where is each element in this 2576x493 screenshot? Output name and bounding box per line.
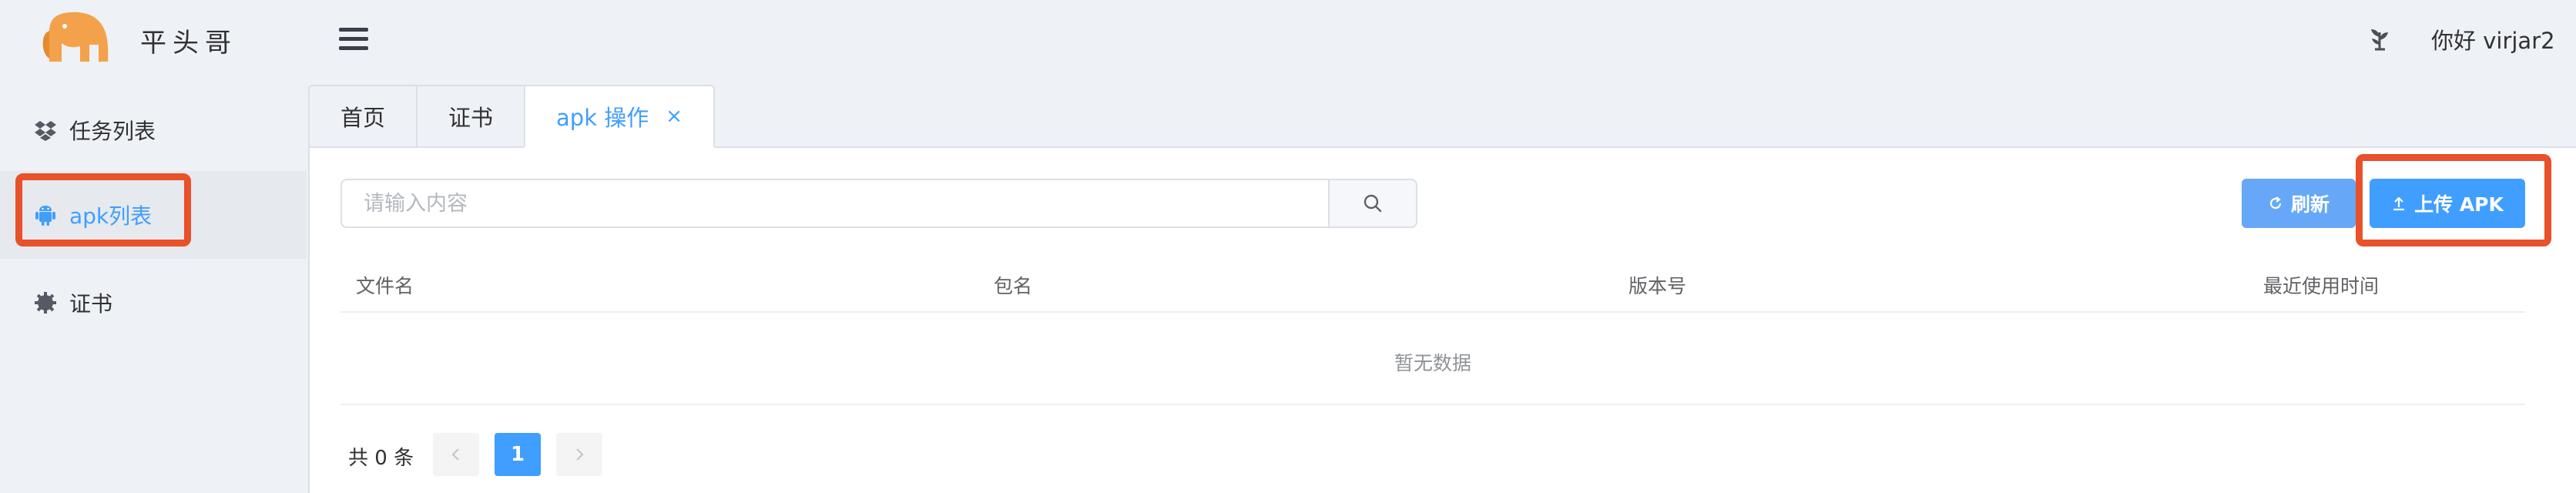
tab-certificates[interactable]: 证书 [416, 85, 525, 148]
search-box [340, 179, 1417, 228]
chevron-left-icon [451, 448, 459, 461]
highlight-box-upload [2356, 154, 2551, 246]
table-divider [340, 404, 2525, 405]
prev-page-button[interactable] [433, 433, 479, 476]
chevron-right-icon [576, 448, 584, 461]
refresh-button[interactable]: 刷新 [2242, 179, 2356, 228]
sidebar-item-certificates[interactable]: 证书 [0, 259, 307, 347]
tab-label: 证书 [448, 105, 494, 131]
sidebar-item-label: 任务列表 [69, 119, 156, 144]
page-number-current[interactable]: 1 [495, 433, 541, 476]
dropbox-icon [35, 121, 56, 141]
sidebar-item-tasks[interactable]: 任务列表 [0, 86, 307, 174]
table-divider [340, 311, 2525, 313]
next-page-button[interactable] [556, 433, 602, 476]
column-header-last-used: 最近使用时间 [2263, 275, 2380, 297]
column-header-version: 版本号 [1628, 275, 1687, 297]
user-greeting[interactable]: 你好 virjar2 [2431, 23, 2555, 55]
column-header-package: 包名 [994, 275, 1033, 297]
tab-label: apk 操作 [556, 105, 649, 131]
column-header-filename: 文件名 [356, 275, 414, 297]
tab-apk-operation[interactable]: apk 操作 × [524, 85, 716, 148]
highlight-box-apk-list [15, 173, 191, 246]
refresh-icon [2269, 196, 2282, 210]
search-button[interactable] [1328, 180, 1416, 226]
sidebar-item-label: 证书 [69, 291, 113, 317]
empty-text: 暂无数据 [1394, 352, 1471, 374]
total-count: 共 0 条 [348, 447, 414, 470]
search-input[interactable] [342, 180, 1328, 226]
close-icon[interactable]: × [666, 105, 683, 128]
search-icon [1363, 194, 1382, 213]
tab-bar: 首页 证书 apk 操作 × [308, 85, 716, 148]
tab-home[interactable]: 首页 [308, 85, 417, 148]
brand-name: 平头哥 [140, 28, 237, 59]
user-leaf-icon[interactable] [2368, 25, 2391, 51]
refresh-label: 刷新 [2290, 193, 2329, 216]
menu-toggle-icon[interactable] [339, 28, 368, 51]
gear-icon [35, 292, 56, 314]
logo-elephant-icon [42, 12, 109, 62]
tab-label: 首页 [340, 105, 386, 131]
